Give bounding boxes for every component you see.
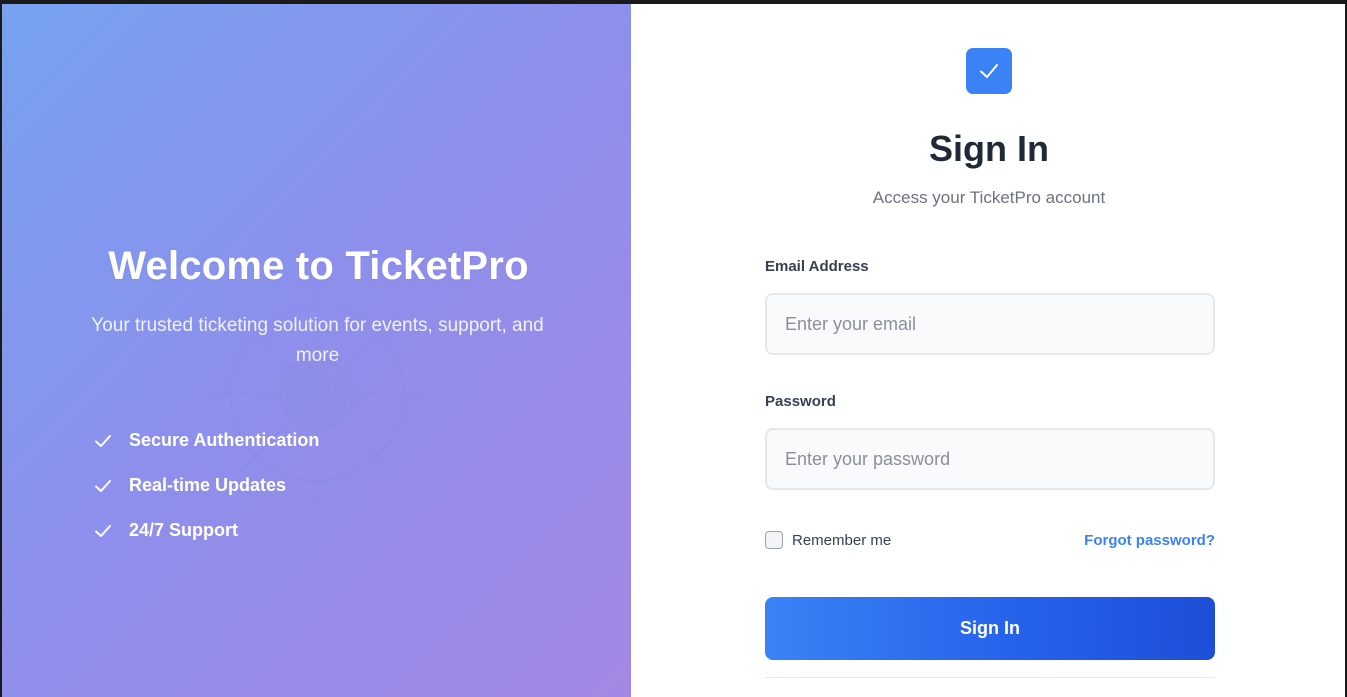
signin-button[interactable]: Sign In <box>765 597 1215 660</box>
feature-label: 24/7 Support <box>129 520 239 540</box>
remember-checkbox[interactable] <box>765 531 783 549</box>
feature-item: Secure Authentication <box>94 418 319 463</box>
welcome-title: Welcome to TicketPro <box>108 244 529 288</box>
check-icon <box>95 434 111 447</box>
email-field[interactable] <box>765 293 1215 355</box>
check-icon <box>980 64 998 78</box>
form-options: Remember me Forgot password? <box>765 530 1215 550</box>
feature-list: Secure Authentication Real-time Updates … <box>94 418 319 553</box>
signin-panel: Sign In Access your TicketPro account Em… <box>631 4 1345 697</box>
app-logo <box>966 48 1012 94</box>
signin-subtitle: Access your TicketPro account <box>872 188 1106 207</box>
divider <box>765 677 1215 678</box>
password-label: Password <box>765 393 836 410</box>
check-icon <box>95 479 111 492</box>
feature-item: 24/7 Support <box>94 508 319 553</box>
feature-label: Secure Authentication <box>129 430 320 450</box>
signin-title: Sign In <box>929 128 1049 169</box>
forgot-password-link[interactable]: Forgot password? <box>1084 532 1215 549</box>
email-group: Email Address <box>765 258 1215 355</box>
welcome-panel: Welcome to TicketPro Your trusted ticket… <box>0 4 631 697</box>
signin-form: Email Address Password Remember me Forgo… <box>765 258 1215 660</box>
feature-item: Real-time Updates <box>94 463 319 508</box>
password-field[interactable] <box>765 428 1215 490</box>
welcome-subtitle: Your trusted ticketing solution for even… <box>91 315 544 366</box>
remember-label: Remember me <box>792 531 892 549</box>
password-group: Password <box>765 393 1215 490</box>
remember-me[interactable]: Remember me <box>765 531 891 549</box>
app-window: Welcome to TicketPro Your trusted ticket… <box>0 4 1345 697</box>
email-label: Email Address <box>765 258 869 275</box>
feature-label: Real-time Updates <box>129 475 287 495</box>
check-icon <box>95 524 111 537</box>
